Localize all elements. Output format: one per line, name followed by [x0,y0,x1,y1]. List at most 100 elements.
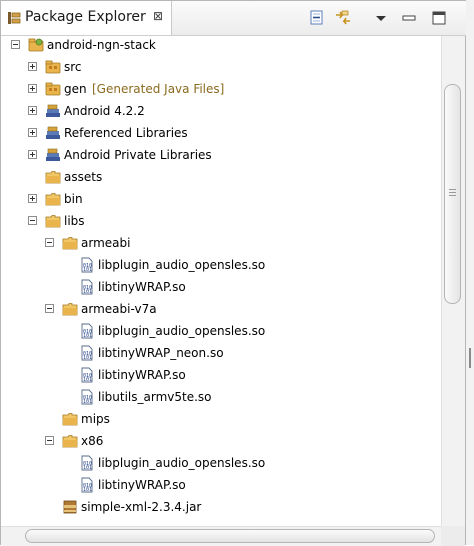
source-folder-icon [45,81,61,97]
svg-text:101: 101 [83,267,92,273]
project-tree[interactable]: android-ngn-stack src gen [Generated Java F… [1,36,441,526]
tree-item[interactable]: Referenced Libraries [1,122,441,144]
project-icon [28,37,44,53]
tree-item[interactable]: 010 101 libtinyWRAP.so [1,474,441,496]
tree-item-label: bin [64,192,83,206]
tree-item-label: libtinyWRAP.so [98,368,186,382]
tree-item[interactable]: Android Private Libraries [1,144,441,166]
folder-icon [45,169,61,185]
maximize-icon[interactable] [429,8,449,28]
tree-item-label: armeabi-v7a [81,302,157,316]
tree-item-label: libplugin_audio_opensles.so [98,324,266,338]
tree-item[interactable]: 010 101 libplugin_audio_opensles.so [1,452,441,474]
collapse-toggle-icon[interactable] [28,216,37,225]
tree-item-label: armeabi [81,236,131,250]
binary-file-icon: 010 101 [79,345,95,361]
tree-item[interactable]: simple-xml-2.3.4.jar [1,496,441,518]
folder-icon [62,433,78,449]
svg-text:101: 101 [83,377,92,383]
tree-item-label: android-ngn-stack [47,38,156,52]
expand-toggle-icon[interactable] [28,62,37,71]
collapse-toggle-icon[interactable] [45,436,54,445]
tree-item-label: simple-xml-2.3.4.jar [81,500,202,514]
tree-item-label: gen [64,82,87,96]
binary-file-icon: 010 101 [79,367,95,383]
tree-item[interactable]: libs [1,210,441,232]
folder-icon [62,301,78,317]
svg-text:101: 101 [83,465,92,471]
tree-item[interactable]: armeabi [1,232,441,254]
tree-item[interactable]: Android 4.2.2 [1,100,441,122]
folder-icon [62,411,78,427]
tree-item[interactable]: 010 101 libutils_armv5te.so [1,386,441,408]
folder-icon [45,213,61,229]
tree-item[interactable]: x86 [1,430,441,452]
sash[interactable] [466,0,474,545]
tree-item[interactable]: 010 101 libplugin_audio_opensles.so [1,254,441,276]
expand-toggle-icon[interactable] [28,106,37,115]
tree-item-label: mips [81,412,110,426]
tree-item[interactable]: 010 101 libtinyWRAP.so [1,276,441,298]
expand-toggle-icon[interactable] [28,194,37,203]
tree-item-label: libtinyWRAP_neon.so [98,346,224,360]
view-title: Package Explorer [25,9,146,25]
vertical-scroll-thumb[interactable] [444,84,461,304]
scrollbar-corner [441,526,465,546]
source-folder-icon [45,59,61,75]
collapse-toggle-icon[interactable] [45,304,54,313]
folder-icon [62,235,78,251]
tree-item[interactable]: assets [1,166,441,188]
folder-icon [45,191,61,207]
view-menu-icon[interactable] [371,8,391,28]
tree-item-label: libs [64,214,85,228]
jar-icon [62,499,78,515]
package-explorer-view: Package Explorer ⊠ android-ngn-stack src… [0,0,466,546]
library-icon [45,147,61,163]
tree-item[interactable]: 010 101 libtinyWRAP.so [1,364,441,386]
tree-item[interactable]: mips [1,408,441,430]
binary-file-icon: 010 101 [79,455,95,471]
svg-text:101: 101 [83,333,92,339]
expand-toggle-icon[interactable] [28,150,37,159]
tree-item-label: libutils_armv5te.so [98,390,212,404]
tree-item[interactable]: bin [1,188,441,210]
tree-item-label: libtinyWRAP.so [98,478,186,492]
tree-item[interactable]: 010 101 libtinyWRAP_neon.so [1,342,441,364]
tree-item[interactable]: android-ngn-stack [1,36,441,56]
collapse-toggle-icon[interactable] [11,40,20,49]
minimize-icon[interactable] [399,8,419,28]
close-tab-icon[interactable]: ⊠ [153,9,163,23]
horizontal-scroll-thumb[interactable] [25,529,435,543]
library-icon [45,103,61,119]
tree-item[interactable]: gen [Generated Java Files] [1,78,441,100]
link-with-editor-icon[interactable] [333,8,353,28]
view-header: Package Explorer ⊠ [1,1,466,36]
tree-item-label: x86 [81,434,104,448]
tree-item-label: libplugin_audio_opensles.so [98,456,266,470]
binary-file-icon: 010 101 [79,323,95,339]
svg-text:101: 101 [83,289,92,295]
binary-file-icon: 010 101 [79,279,95,295]
expand-toggle-icon[interactable] [28,84,37,93]
vertical-scrollbar[interactable] [441,36,465,526]
tree-item-label: src [64,60,82,74]
tree-item-label: Referenced Libraries [64,126,188,140]
svg-text:101: 101 [83,355,92,361]
svg-text:101: 101 [83,487,92,493]
library-icon [45,125,61,141]
tree-item[interactable]: armeabi-v7a [1,298,441,320]
tab-package-explorer[interactable]: Package Explorer ⊠ [1,1,172,35]
tree-item[interactable]: src [1,56,441,78]
collapse-toggle-icon[interactable] [45,238,54,247]
tree-item-label: libplugin_audio_opensles.so [98,258,266,272]
expand-toggle-icon[interactable] [28,128,37,137]
package-explorer-icon [7,11,21,28]
binary-file-icon: 010 101 [79,389,95,405]
tree-item-decoration: [Generated Java Files] [92,82,225,96]
tree-item-label: Android 4.2.2 [64,104,145,118]
svg-text:101: 101 [83,399,92,405]
tree-item-label: Android Private Libraries [64,148,212,162]
horizontal-scrollbar[interactable] [1,526,441,546]
collapse-all-icon[interactable] [307,8,327,28]
tree-item[interactable]: 010 101 libplugin_audio_opensles.so [1,320,441,342]
